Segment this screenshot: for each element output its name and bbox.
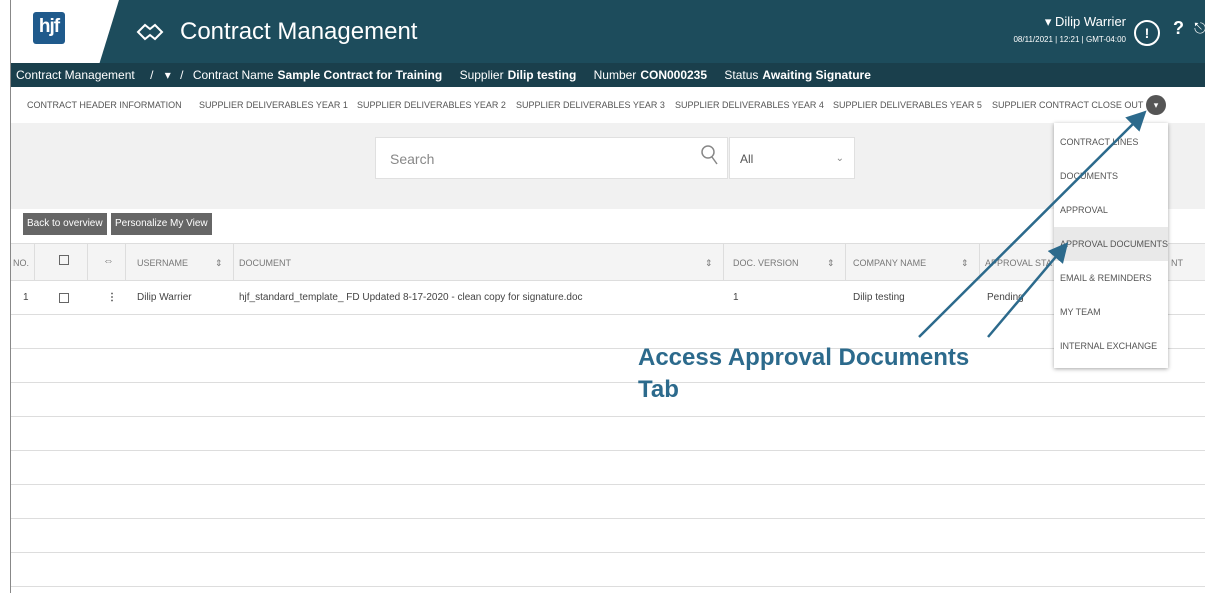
breadcrumb-separator: / <box>150 68 154 82</box>
tab-contract-header[interactable]: CONTRACT HEADER INFORMATION <box>27 100 182 110</box>
select-all-checkbox[interactable] <box>59 255 69 265</box>
menu-item-internal-exchange[interactable]: INTERNAL EXCHANGE <box>1054 329 1168 363</box>
cell-no: 1 <box>23 292 29 303</box>
cell-document[interactable]: hjf_standard_template_ FD Updated 8-17-2… <box>239 292 583 303</box>
help-icon[interactable]: ? <box>1173 18 1184 39</box>
user-menu[interactable]: ▾ Dilip Warrier <box>1045 14 1126 30</box>
more-tabs-button[interactable]: ▾ <box>1146 95 1166 115</box>
column-username[interactable]: USERNAME <box>137 258 188 268</box>
menu-item-approval[interactable]: APPROVAL <box>1054 193 1168 227</box>
sort-icon[interactable]: ⇕ <box>961 258 969 269</box>
cell-doc-version: 1 <box>733 292 739 303</box>
tab-deliverables-year-3[interactable]: SUPPLIER DELIVERABLES YEAR 3 <box>516 100 665 110</box>
menu-item-documents[interactable]: DOCUMENTS <box>1054 159 1168 193</box>
breadcrumb: Contract Management / ▾ / Contract Name S… <box>11 63 1205 87</box>
app-header: hjf Contract Management ▾ Dilip Warrier … <box>11 0 1205 63</box>
annotation-callout: Access Approval Documents Tab <box>638 342 1018 406</box>
column-company-name[interactable]: COMPANY NAME <box>853 258 926 268</box>
row-checkbox[interactable] <box>59 293 69 303</box>
user-datetime: 08/11/2021 | 12:21 | GMT-04:00 <box>1013 35 1126 44</box>
app-title: Contract Management <box>180 18 418 45</box>
supplier-label: Supplier <box>459 68 504 82</box>
sort-icon[interactable]: ⇕ <box>827 258 835 269</box>
menu-item-contract-lines[interactable]: CONTRACT LINES <box>1054 125 1168 159</box>
tab-deliverables-year-1[interactable]: SUPPLIER DELIVERABLES YEAR 1 <box>199 100 348 110</box>
handshake-icon <box>135 17 165 47</box>
tab-contract-close-out[interactable]: SUPPLIER CONTRACT CLOSE OUT <box>992 100 1143 110</box>
empty-row <box>11 382 1205 417</box>
exit-icon[interactable]: ⎋ <box>1194 20 1205 37</box>
empty-row <box>11 484 1205 519</box>
tab-deliverables-year-4[interactable]: SUPPLIER DELIVERABLES YEAR 4 <box>675 100 824 110</box>
cell-approval-status: Pending <box>987 292 1024 303</box>
user-icon[interactable]: ! <box>1134 20 1160 46</box>
cell-company: Dilip testing <box>853 292 905 303</box>
supplier-value: Dilip testing <box>507 68 577 82</box>
filter-value: All <box>740 152 754 166</box>
column-doc-version[interactable]: DOC. VERSION <box>733 258 799 268</box>
contract-management-page: hjf Contract Management ▾ Dilip Warrier … <box>10 0 1205 593</box>
menu-item-email-reminders[interactable]: EMAIL & REMINDERS <box>1054 261 1168 295</box>
tab-bar: CONTRACT HEADER INFORMATION SUPPLIER DEL… <box>11 87 1205 124</box>
sort-icon[interactable]: ⇕ <box>215 258 223 269</box>
more-tabs-dropdown: CONTRACT LINES DOCUMENTS APPROVAL APPROV… <box>1054 123 1168 368</box>
table-header: NO. ⇔ USERNAME ⇕ DOCUMENT ⇕ DOC. VERSION… <box>11 243 1205 281</box>
filter-select[interactable]: All ⌄ <box>729 137 855 179</box>
hjf-logo[interactable]: hjf <box>33 12 65 44</box>
column-document[interactable]: DOCUMENT <box>239 258 291 268</box>
empty-row <box>11 450 1205 485</box>
search-input[interactable]: Search <box>375 137 728 179</box>
empty-row <box>11 348 1205 383</box>
cell-username: Dilip Warrier <box>137 292 192 303</box>
empty-row <box>11 552 1205 587</box>
column-no[interactable]: NO. <box>13 258 29 268</box>
chevron-down-icon: ⌄ <box>835 153 844 164</box>
table-row[interactable]: 1 ⋮ Dilip Warrier hjf_standard_template_… <box>11 280 1205 315</box>
sort-icon[interactable]: ⇕ <box>705 258 713 269</box>
number-value: CON000235 <box>640 68 708 82</box>
breadcrumb-chevron[interactable]: ▾ <box>165 68 171 82</box>
menu-item-approval-documents[interactable]: APPROVAL DOCUMENTS <box>1054 227 1168 261</box>
contract-name-value: Sample Contract for Training <box>277 68 443 82</box>
empty-row <box>11 518 1205 553</box>
breadcrumb-separator: / <box>180 68 184 82</box>
tab-deliverables-year-5[interactable]: SUPPLIER DELIVERABLES YEAR 5 <box>833 100 982 110</box>
breadcrumb-root[interactable]: Contract Management <box>16 68 135 82</box>
contract-name-label: Contract Name <box>192 68 274 82</box>
personalize-view-button[interactable]: Personalize My View <box>111 213 212 235</box>
column-extra[interactable]: NT <box>1171 258 1183 268</box>
number-label: Number <box>593 68 637 82</box>
row-actions-icon[interactable]: ⋮ <box>107 292 117 303</box>
logo-area: hjf <box>11 0 119 63</box>
resize-columns-icon[interactable]: ⇔ <box>103 255 114 267</box>
tab-deliverables-year-2[interactable]: SUPPLIER DELIVERABLES YEAR 2 <box>357 100 506 110</box>
search-icon[interactable] <box>701 145 719 170</box>
column-approval-status[interactable]: APPROVAL STA <box>985 258 1052 268</box>
back-to-overview-button[interactable]: Back to overview <box>23 213 107 235</box>
annotation-line-1: Access Approval Documents <box>638 344 970 371</box>
empty-row <box>11 416 1205 451</box>
empty-row <box>11 314 1205 349</box>
menu-item-my-team[interactable]: MY TEAM <box>1054 295 1168 329</box>
status-label: Status <box>724 68 759 82</box>
search-area: Search All ⌄ <box>11 123 1205 209</box>
annotation-line-2: Tab <box>638 376 679 403</box>
status-value: Awaiting Signature <box>762 68 871 82</box>
